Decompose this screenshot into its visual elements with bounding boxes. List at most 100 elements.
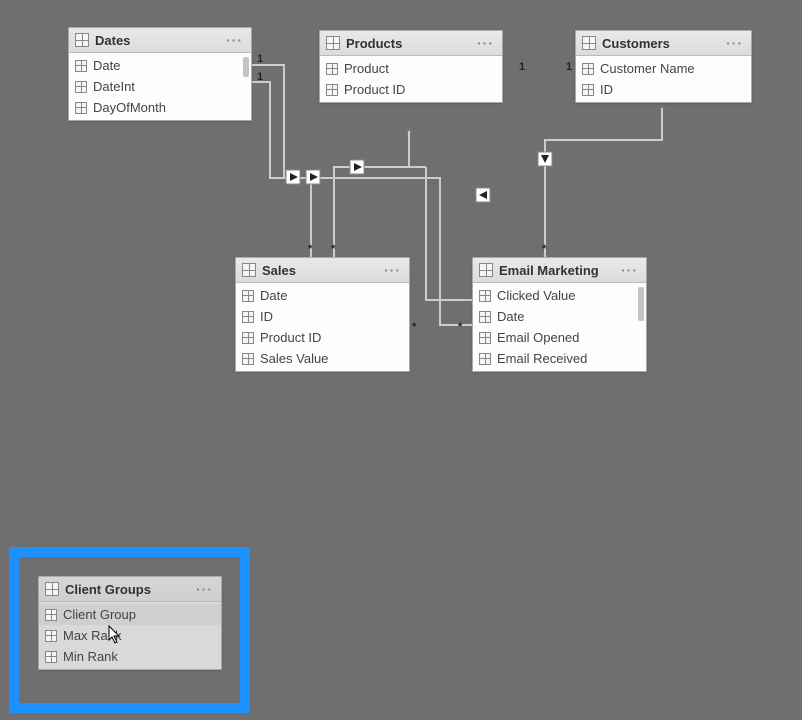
field-row[interactable]: Email Received	[473, 348, 646, 369]
column-icon	[479, 290, 491, 302]
field-name: Min Rank	[63, 649, 118, 664]
table-customers[interactable]: Customers ··· Customer Name ID	[575, 30, 752, 103]
table-icon	[242, 263, 256, 277]
table-icon	[75, 33, 89, 47]
column-icon	[242, 311, 254, 323]
column-icon	[45, 651, 57, 663]
column-icon	[75, 81, 87, 93]
more-menu-icon[interactable]: ···	[726, 35, 745, 51]
more-menu-icon[interactable]: ···	[384, 262, 403, 278]
column-icon	[45, 630, 57, 642]
field-list-client-groups: Client Group Max Rank Min Rank	[39, 602, 221, 669]
column-icon	[45, 609, 57, 621]
table-icon	[45, 582, 59, 596]
table-title: Products	[346, 36, 402, 51]
column-icon	[242, 290, 254, 302]
svg-text:*: *	[458, 321, 463, 333]
table-sales[interactable]: Sales ··· Date ID Product ID Sales Value	[235, 257, 410, 372]
column-icon	[479, 311, 491, 323]
column-icon	[582, 84, 594, 96]
table-products[interactable]: Products ··· Product Product ID	[319, 30, 503, 103]
field-name: DayOfMonth	[93, 100, 166, 115]
table-icon	[479, 263, 493, 277]
field-name: ID	[600, 82, 613, 97]
table-icon	[326, 36, 340, 50]
field-row[interactable]: Product	[320, 58, 502, 79]
svg-text:1: 1	[519, 61, 525, 73]
field-row[interactable]: DateInt	[69, 76, 251, 97]
table-header-sales[interactable]: Sales ···	[236, 258, 409, 283]
field-row[interactable]: Date	[236, 285, 409, 306]
field-row[interactable]: Clicked Value	[473, 285, 646, 306]
column-icon	[479, 353, 491, 365]
table-header-products[interactable]: Products ···	[320, 31, 502, 56]
table-title: Email Marketing	[499, 263, 599, 278]
field-row[interactable]: ID	[236, 306, 409, 327]
column-icon	[479, 332, 491, 344]
field-row[interactable]: Product ID	[236, 327, 409, 348]
model-canvas[interactable]: 1 1 1 1 * * * * * Da	[0, 0, 802, 720]
field-list-products: Product Product ID	[320, 56, 502, 102]
field-name: Email Received	[497, 351, 587, 366]
scrollbar-thumb[interactable]	[243, 57, 249, 77]
more-menu-icon[interactable]: ···	[196, 581, 215, 597]
field-row[interactable]: DayOfMonth	[69, 97, 251, 118]
table-title: Customers	[602, 36, 670, 51]
field-name: ID	[260, 309, 273, 324]
more-menu-icon[interactable]: ···	[621, 262, 640, 278]
column-icon	[75, 102, 87, 114]
mouse-cursor	[108, 625, 122, 645]
field-name: Sales Value	[260, 351, 328, 366]
field-name: Date	[93, 58, 120, 73]
field-row[interactable]: ID	[576, 79, 751, 100]
field-name: Clicked Value	[497, 288, 576, 303]
field-name: Client Group	[63, 607, 136, 622]
svg-text:1: 1	[257, 71, 263, 83]
field-row[interactable]: Product ID	[320, 79, 502, 100]
svg-text:*: *	[542, 243, 547, 255]
field-name: Product ID	[260, 330, 321, 345]
field-row[interactable]: Sales Value	[236, 348, 409, 369]
column-icon	[242, 332, 254, 344]
column-icon	[75, 60, 87, 72]
field-row[interactable]: Min Rank	[39, 646, 221, 667]
field-row[interactable]: Date	[473, 306, 646, 327]
field-row[interactable]: Email Opened	[473, 327, 646, 348]
field-name: Date	[260, 288, 287, 303]
table-header-dates[interactable]: Dates ···	[69, 28, 251, 53]
field-list-email-marketing: Clicked Value Date Email Opened Email Re…	[473, 283, 646, 371]
column-icon	[326, 63, 338, 75]
column-icon	[242, 353, 254, 365]
table-header-email-marketing[interactable]: Email Marketing ···	[473, 258, 646, 283]
more-menu-icon[interactable]: ···	[226, 32, 245, 48]
field-row[interactable]: Max Rank	[39, 625, 221, 646]
table-icon	[582, 36, 596, 50]
svg-text:1: 1	[257, 53, 263, 65]
table-dates[interactable]: Dates ··· Date DateInt DayOfMonth	[68, 27, 252, 121]
column-icon	[326, 84, 338, 96]
svg-text:*: *	[331, 243, 336, 255]
field-name: Product ID	[344, 82, 405, 97]
column-icon	[582, 63, 594, 75]
field-row[interactable]: Client Group	[39, 604, 221, 625]
table-header-customers[interactable]: Customers ···	[576, 31, 751, 56]
field-list-customers: Customer Name ID	[576, 56, 751, 102]
table-title: Client Groups	[65, 582, 151, 597]
field-name: Email Opened	[497, 330, 579, 345]
field-list-dates: Date DateInt DayOfMonth	[69, 53, 251, 120]
table-title: Sales	[262, 263, 296, 278]
table-client-groups[interactable]: Client Groups ··· Client Group Max Rank …	[38, 576, 222, 670]
field-row[interactable]: Date	[69, 55, 251, 76]
table-header-client-groups[interactable]: Client Groups ···	[39, 577, 221, 602]
svg-text:*: *	[412, 321, 417, 333]
field-row[interactable]: Customer Name	[576, 58, 751, 79]
more-menu-icon[interactable]: ···	[477, 35, 496, 51]
field-name: DateInt	[93, 79, 135, 94]
field-list-sales: Date ID Product ID Sales Value	[236, 283, 409, 371]
table-email-marketing[interactable]: Email Marketing ··· Clicked Value Date E…	[472, 257, 647, 372]
table-title: Dates	[95, 33, 130, 48]
svg-text:*: *	[308, 243, 313, 255]
scrollbar-thumb[interactable]	[638, 287, 644, 321]
field-name: Customer Name	[600, 61, 695, 76]
field-name: Product	[344, 61, 389, 76]
